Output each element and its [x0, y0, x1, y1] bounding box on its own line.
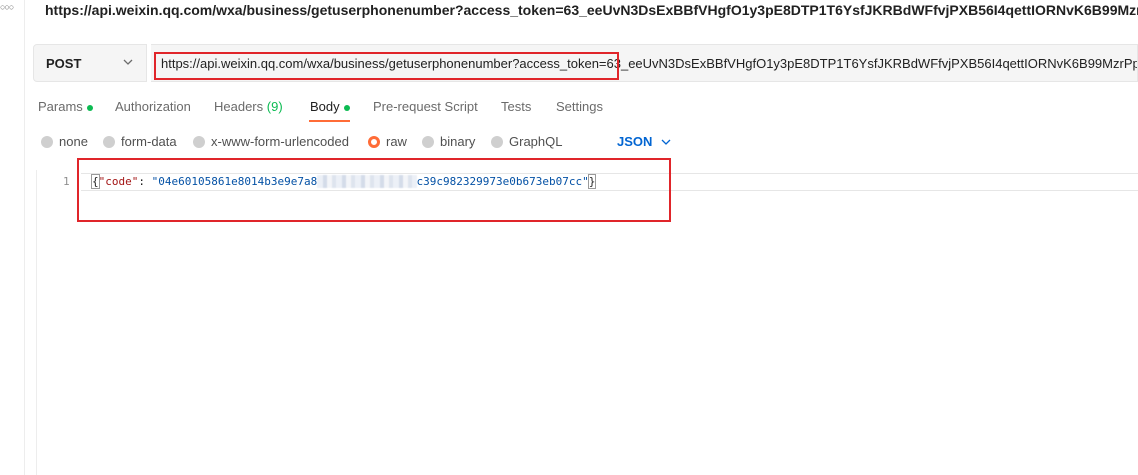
tab-tests-label: Tests — [501, 99, 532, 114]
body-type-options: none form-data x-www-form-urlencoded raw… — [41, 134, 1138, 154]
request-tabs: Params Authorization Headers (9) Body Pr… — [38, 98, 1138, 124]
tab-pre-request-script[interactable]: Pre-request Script — [373, 98, 478, 122]
sidebar-rail: ○○○ — [0, 0, 25, 475]
json-colon: : — [138, 175, 152, 188]
json-value-start: "04e60105861e8014b3e9e7a8 — [151, 175, 318, 188]
radio-x-www-form-urlencoded[interactable]: x-www-form-urlencoded — [193, 134, 349, 149]
radio-circle — [41, 135, 53, 148]
open-brace: { — [91, 174, 100, 189]
tab-authorization[interactable]: Authorization — [115, 98, 191, 122]
method-select[interactable]: POST — [33, 44, 147, 82]
close-brace: } — [587, 174, 597, 189]
radio-graphql-label: GraphQL — [509, 134, 563, 149]
radio-urlencoded-label: x-www-form-urlencoded — [211, 134, 349, 149]
radio-circle-selected — [368, 135, 380, 148]
chevron-down-icon — [123, 59, 133, 65]
tab-params[interactable]: Params — [38, 98, 93, 122]
tab-body[interactable]: Body — [310, 98, 350, 122]
raw-language-label: JSON — [617, 134, 653, 149]
status-dot — [343, 104, 350, 111]
tab-body-label: Body — [310, 99, 340, 114]
headers-count: (9) — [266, 99, 283, 114]
method-label: POST — [46, 55, 82, 71]
radio-binary[interactable]: binary — [422, 134, 475, 149]
radio-none[interactable]: none — [41, 134, 88, 149]
request-bar: POST https://api.weixin.qq.com/wxa/busin… — [33, 44, 1138, 82]
radio-circle — [193, 135, 205, 148]
tab-headers-label: Headers — [214, 99, 264, 114]
request-title: https://api.weixin.qq.com/wxa/business/g… — [45, 2, 1138, 18]
radio-circle — [491, 135, 503, 148]
radio-raw-label: raw — [386, 134, 407, 149]
radio-form-data[interactable]: form-data — [103, 134, 177, 149]
chevron-down-icon — [661, 139, 671, 145]
tab-headers[interactable]: Headers (9) — [214, 98, 283, 122]
line-number: 1 — [63, 175, 70, 188]
url-text: https://api.weixin.qq.com/wxa/business/g… — [161, 55, 1138, 71]
radio-binary-label: binary — [440, 134, 476, 149]
radio-none-label: none — [59, 134, 88, 149]
redacted-value: xxxxxxxxxxxxxxx — [317, 175, 417, 188]
radio-form-data-label: form-data — [121, 134, 177, 149]
radio-circle — [103, 135, 115, 148]
active-tab-indicator — [309, 120, 350, 122]
radio-circle — [422, 135, 434, 148]
json-value-end: c39c982329973e0b673eb07cc" — [416, 175, 589, 188]
code-line: {"code": "04e60105861e8014b3e9e7a8xxxxxx… — [91, 174, 597, 189]
url-input[interactable]: https://api.weixin.qq.com/wxa/business/g… — [151, 44, 1138, 82]
tab-tests[interactable]: Tests — [501, 98, 531, 122]
json-key: "code" — [98, 175, 139, 188]
radio-raw[interactable]: raw — [368, 134, 407, 149]
tab-authorization-label: Authorization — [115, 99, 191, 114]
tab-pre-request-label: Pre-request Script — [373, 99, 478, 114]
tab-settings-label: Settings — [556, 99, 603, 114]
raw-language-select[interactable]: JSON — [617, 134, 672, 149]
tab-settings[interactable]: Settings — [556, 98, 603, 122]
status-dot — [86, 104, 93, 111]
code-editor[interactable]: 1 {"code": "04e60105861e8014b3e9e7a8xxxx… — [36, 170, 1138, 475]
tab-params-label: Params — [38, 99, 83, 114]
radio-graphql[interactable]: GraphQL — [491, 134, 562, 149]
more-options-icon[interactable]: ○○○ — [0, 2, 14, 12]
